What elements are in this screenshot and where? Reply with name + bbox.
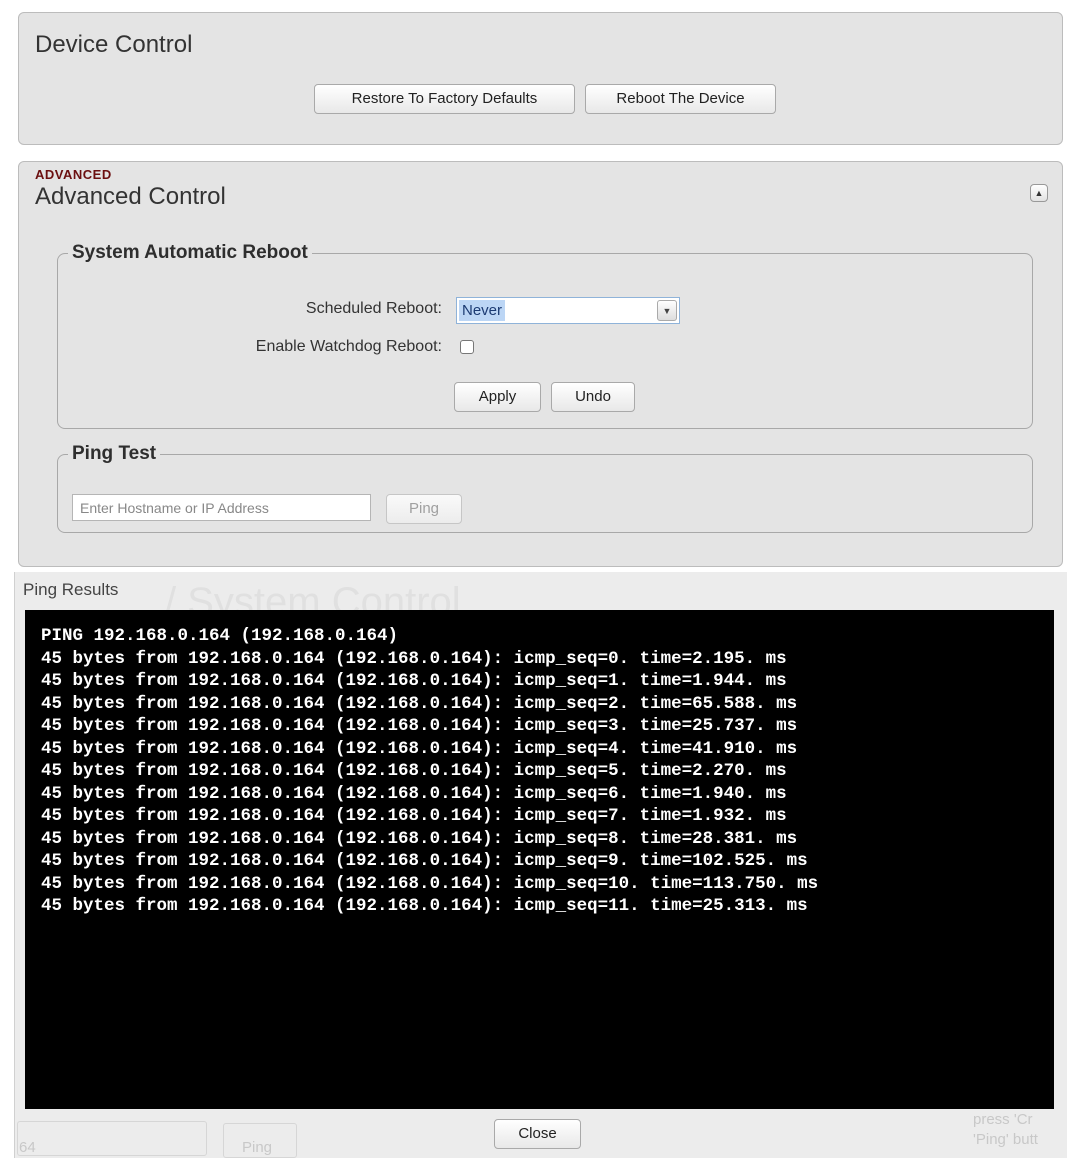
terminal-line: 45 bytes from 192.168.0.164 (192.168.0.1… (41, 873, 819, 894)
terminal-line: 45 bytes from 192.168.0.164 (192.168.0.1… (41, 716, 798, 736)
background-ping-button (223, 1123, 297, 1158)
watchdog-reboot-checkbox[interactable] (460, 340, 474, 354)
reboot-device-button[interactable]: Reboot The Device (585, 84, 776, 114)
ping-results-title: Ping Results (23, 580, 119, 599)
terminal-line: 45 bytes from 192.168.0.164 (192.168.0.1… (41, 671, 787, 691)
terminal-line: 45 bytes from 192.168.0.164 (192.168.0.1… (41, 851, 808, 871)
background-input (17, 1121, 207, 1156)
ping-results-dialog: / System Control Ping Results PING 192.1… (14, 572, 1067, 1158)
device-control-title: Device Control (35, 31, 193, 58)
terminal-line: 45 bytes from 192.168.0.164 (192.168.0.1… (41, 806, 787, 826)
apply-button[interactable]: Apply (454, 382, 541, 412)
terminal-line: 45 bytes from 192.168.0.164 (192.168.0.1… (41, 783, 787, 804)
ping-test-legend: Ping Test (72, 443, 157, 464)
ping-button[interactable]: Ping (386, 494, 462, 524)
watchdog-reboot-label: Enable Watchdog Reboot: (255, 338, 442, 355)
device-control-panel: Device Control Restore To Factory Defaul… (18, 12, 1063, 145)
system-automatic-reboot-group: System Automatic Reboot Scheduled Reboot… (57, 242, 1033, 429)
advanced-tag: ADVANCED (35, 167, 112, 182)
advanced-control-panel: ADVANCED Advanced Control ▲ System Autom… (18, 161, 1063, 567)
background-ping-button-label: Ping (242, 1139, 273, 1156)
background-input-text: 64 (19, 1139, 36, 1156)
ping-output-terminal: PING 192.168.0.164 (192.168.0.164) 45 byt… (25, 610, 1054, 1109)
scheduled-reboot-label: Scheduled Reboot: (305, 300, 442, 317)
undo-button[interactable]: Undo (551, 382, 635, 412)
advanced-control-title: Advanced Control (35, 183, 226, 210)
terminal-line: 45 bytes from 192.168.0.164 (192.168.0.1… (41, 828, 798, 849)
scheduled-reboot-select[interactable]: Never ▼ (456, 297, 680, 324)
triangle-up-icon: ▲ (1034, 188, 1044, 198)
background-hint-line-1: press 'Cr (973, 1111, 1033, 1128)
terminal-line: 45 bytes from 192.168.0.164 (192.168.0.1… (41, 648, 787, 669)
close-button[interactable]: Close (494, 1119, 581, 1149)
background-hint-line-2: 'Ping' butt (973, 1131, 1038, 1148)
restore-factory-defaults-button[interactable]: Restore To Factory Defaults (314, 84, 575, 114)
system-automatic-reboot-legend: System Automatic Reboot (72, 242, 308, 263)
collapse-icon[interactable]: ▲ (1030, 184, 1048, 202)
terminal-line: 45 bytes from 192.168.0.164 (192.168.0.1… (41, 693, 798, 714)
ping-test-group: Ping Test Ping (57, 443, 1033, 533)
terminal-line: PING 192.168.0.164 (192.168.0.164) (41, 626, 399, 646)
scheduled-reboot-value: Never (459, 300, 506, 321)
terminal-line: 45 bytes from 192.168.0.164 (192.168.0.1… (41, 896, 808, 916)
hostname-input[interactable] (72, 494, 371, 521)
terminal-line: 45 bytes from 192.168.0.164 (192.168.0.1… (41, 738, 798, 759)
chevron-down-icon[interactable]: ▼ (657, 300, 677, 321)
terminal-line: 45 bytes from 192.168.0.164 (192.168.0.1… (41, 761, 787, 781)
